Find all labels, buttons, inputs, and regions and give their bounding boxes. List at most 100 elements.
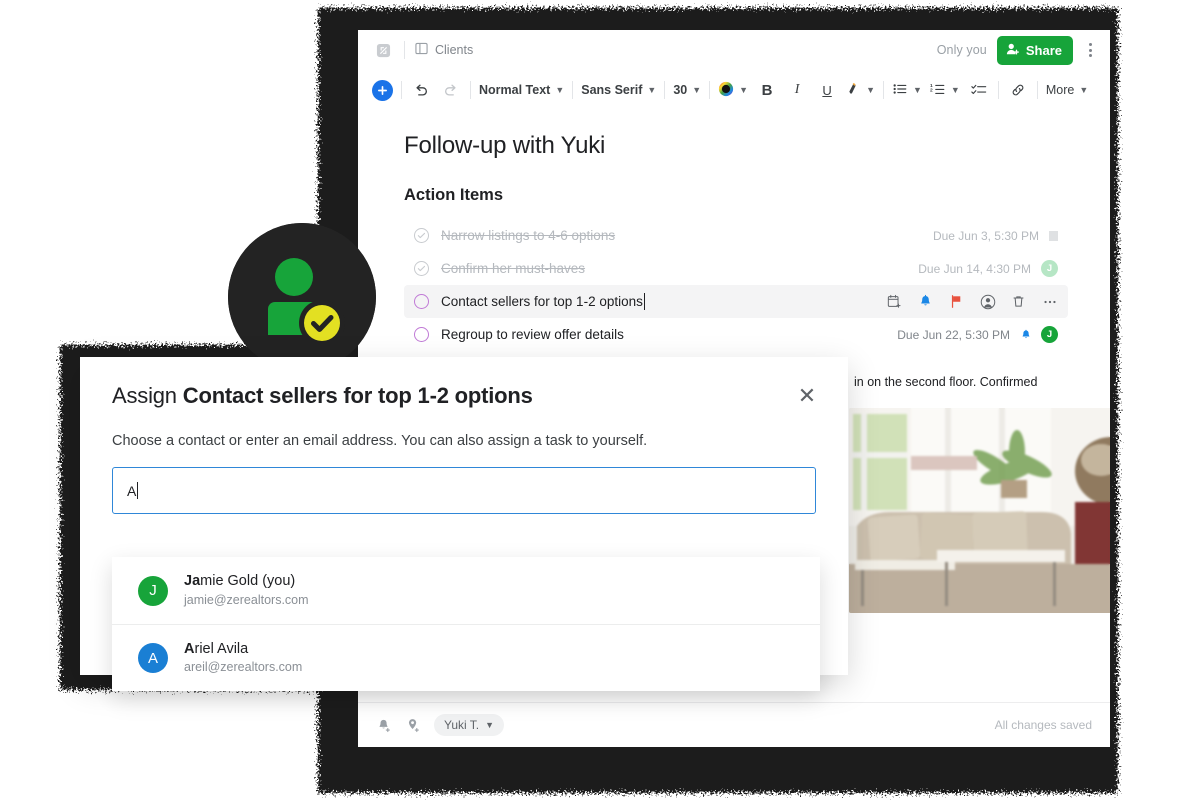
chevron-down-icon: ▼	[739, 85, 749, 95]
topbar-divider	[404, 41, 405, 59]
flag-icon[interactable]	[948, 293, 965, 310]
text-caret	[643, 293, 645, 310]
checkbox-checked-icon[interactable]	[414, 228, 429, 243]
share-button[interactable]: Share	[996, 35, 1073, 65]
calendar-add-icon[interactable]	[886, 293, 903, 310]
task-row-actions	[886, 293, 1058, 310]
suggestion-name: Ariel Avila	[184, 640, 302, 660]
task-due-date: Due Jun 3, 5:30 PM	[932, 228, 1039, 243]
task-label: Narrow listings to 4-6 options	[441, 228, 616, 243]
chevron-down-icon: ▼	[1079, 85, 1089, 95]
editor-toolbar: Normal Text ▼ Sans Serif ▼ 30 ▼ ▼ B I U …	[358, 70, 1110, 110]
text-color-dropdown[interactable]: ▼	[718, 81, 748, 100]
flag-placeholder-icon	[1049, 230, 1058, 241]
assignee-input[interactable]: A	[112, 467, 816, 514]
expand-arrows-icon[interactable]	[372, 39, 394, 61]
modal-title: Assign Contact sellers for top 1-2 optio…	[112, 383, 533, 409]
suggestion-name-match: Ja	[184, 573, 201, 590]
modal-subtitle: Choose a contact or enter an email addre…	[112, 433, 648, 449]
underline-label: U	[822, 82, 832, 98]
redo-icon[interactable]	[440, 79, 462, 101]
font-size-dropdown[interactable]: 30 ▼	[673, 83, 701, 97]
window-bottombar: Yuki T. ▼ All changes saved	[358, 702, 1110, 747]
suggestion-name-rest: riel Avila	[194, 640, 249, 657]
table-row[interactable]: Narrow listings to 4-6 options Due Jun 3…	[404, 219, 1068, 252]
list-item[interactable]: J Jamie Gold (you) jamie@zerealtors.com	[112, 557, 820, 624]
avatar: A	[138, 643, 168, 673]
bell-icon[interactable]	[1020, 329, 1032, 341]
list-item[interactable]: A Ariel Avila areil@zerealtors.com	[112, 624, 820, 691]
more-tools-label: More	[1045, 83, 1075, 97]
italic-label: I	[794, 82, 800, 97]
task-due-date: Due Jun 14, 4:30 PM	[918, 261, 1031, 276]
assign-person-badge	[228, 223, 376, 371]
font-family-dropdown[interactable]: Sans Serif ▼	[581, 83, 656, 97]
chevron-down-icon: ▼	[866, 85, 875, 95]
avatar: J	[138, 575, 168, 606]
table-row[interactable]: Regroup to review offer details Due Jun …	[404, 318, 1068, 351]
numbered-list-icon: 12	[930, 81, 946, 100]
panel-icon	[415, 42, 428, 58]
more-tools-dropdown[interactable]: More ▼	[1046, 83, 1088, 97]
collaborator-chip[interactable]: Yuki T. ▼	[434, 714, 505, 736]
table-row[interactable]: Confirm her must-haves Due Jun 14, 4:30 …	[404, 252, 1068, 285]
suggestion-name-match: A	[184, 640, 195, 657]
numbered-list-dropdown[interactable]: 12 ▼	[930, 81, 960, 100]
save-status-label: All changes saved	[994, 718, 1092, 732]
close-icon[interactable]: ✕	[794, 383, 820, 409]
assign-person-icon[interactable]	[979, 293, 996, 310]
breadcrumb-label: Clients	[435, 43, 474, 57]
italic-button[interactable]: I	[786, 79, 808, 101]
bold-label: B	[761, 81, 773, 99]
font-size-label: 30	[673, 83, 688, 97]
undo-icon[interactable]	[410, 79, 432, 101]
window-topbar: Clients Only you Share	[358, 30, 1110, 70]
modal-title-prefix: Assign	[112, 383, 177, 408]
task-label: Contact sellers for top 1-2 options	[441, 294, 643, 309]
highlight-dropdown[interactable]: ▼	[846, 81, 875, 99]
assignee-input-value: A	[127, 482, 137, 499]
insert-add-button[interactable]	[372, 79, 393, 101]
suggestion-name: Jamie Gold (you)	[184, 572, 309, 592]
bulleted-list-dropdown[interactable]: ▼	[892, 81, 922, 100]
task-label: Confirm her must-haves	[441, 261, 586, 276]
share-button-label: Share	[1025, 42, 1062, 58]
suggestion-email: areil@zerealtors.com	[184, 660, 303, 675]
page-title: Follow-up with Yuki	[404, 132, 606, 159]
section-heading: Action Items	[404, 186, 504, 204]
collaborator-chip-label: Yuki T.	[444, 718, 480, 732]
more-options-icon[interactable]	[1041, 293, 1058, 310]
task-due-date: Due Jun 22, 5:30 PM	[897, 327, 1010, 342]
trash-icon[interactable]	[1010, 293, 1027, 310]
breadcrumb[interactable]: Clients	[415, 42, 473, 58]
checkbox-unchecked-icon[interactable]	[414, 294, 429, 309]
svg-text:2: 2	[930, 87, 933, 93]
chevron-down-icon: ▼	[485, 720, 495, 730]
assignee-suggestions-dropdown: J Jamie Gold (you) jamie@zerealtors.com …	[112, 557, 820, 691]
underline-button[interactable]: U	[816, 79, 838, 101]
chevron-down-icon: ▼	[912, 85, 922, 95]
checkbox-checked-icon[interactable]	[414, 261, 429, 276]
avatar[interactable]: J	[1041, 260, 1058, 277]
bell-add-icon[interactable]	[376, 717, 393, 734]
person-add-icon	[1006, 42, 1020, 59]
chevron-down-icon: ▼	[692, 85, 702, 95]
text-caret	[137, 482, 139, 499]
bell-icon[interactable]	[917, 293, 934, 310]
pin-add-icon[interactable]	[405, 717, 422, 734]
bold-button[interactable]: B	[756, 79, 778, 101]
link-icon[interactable]	[1007, 79, 1029, 101]
highlighter-icon	[846, 81, 861, 99]
table-row[interactable]: Contact sellers for top 1-2 options	[404, 285, 1068, 318]
paragraph-style-dropdown[interactable]: Normal Text ▼	[479, 83, 564, 97]
avatar[interactable]: J	[1041, 326, 1058, 343]
screenshot-root: Clients Only you Share Normal Text ▼ San…	[0, 0, 1200, 811]
assignee-input-wrapper: A	[80, 449, 848, 514]
suggestion-email: jamie@zerealtors.com	[184, 592, 309, 607]
checklist-icon[interactable]	[968, 79, 990, 101]
modal-header: Assign Contact sellers for top 1-2 optio…	[80, 357, 848, 409]
kebab-menu-icon[interactable]	[1083, 43, 1098, 57]
chevron-down-icon: ▼	[555, 85, 565, 95]
checkbox-unchecked-icon[interactable]	[414, 327, 429, 342]
visibility-label: Only you	[936, 43, 987, 57]
